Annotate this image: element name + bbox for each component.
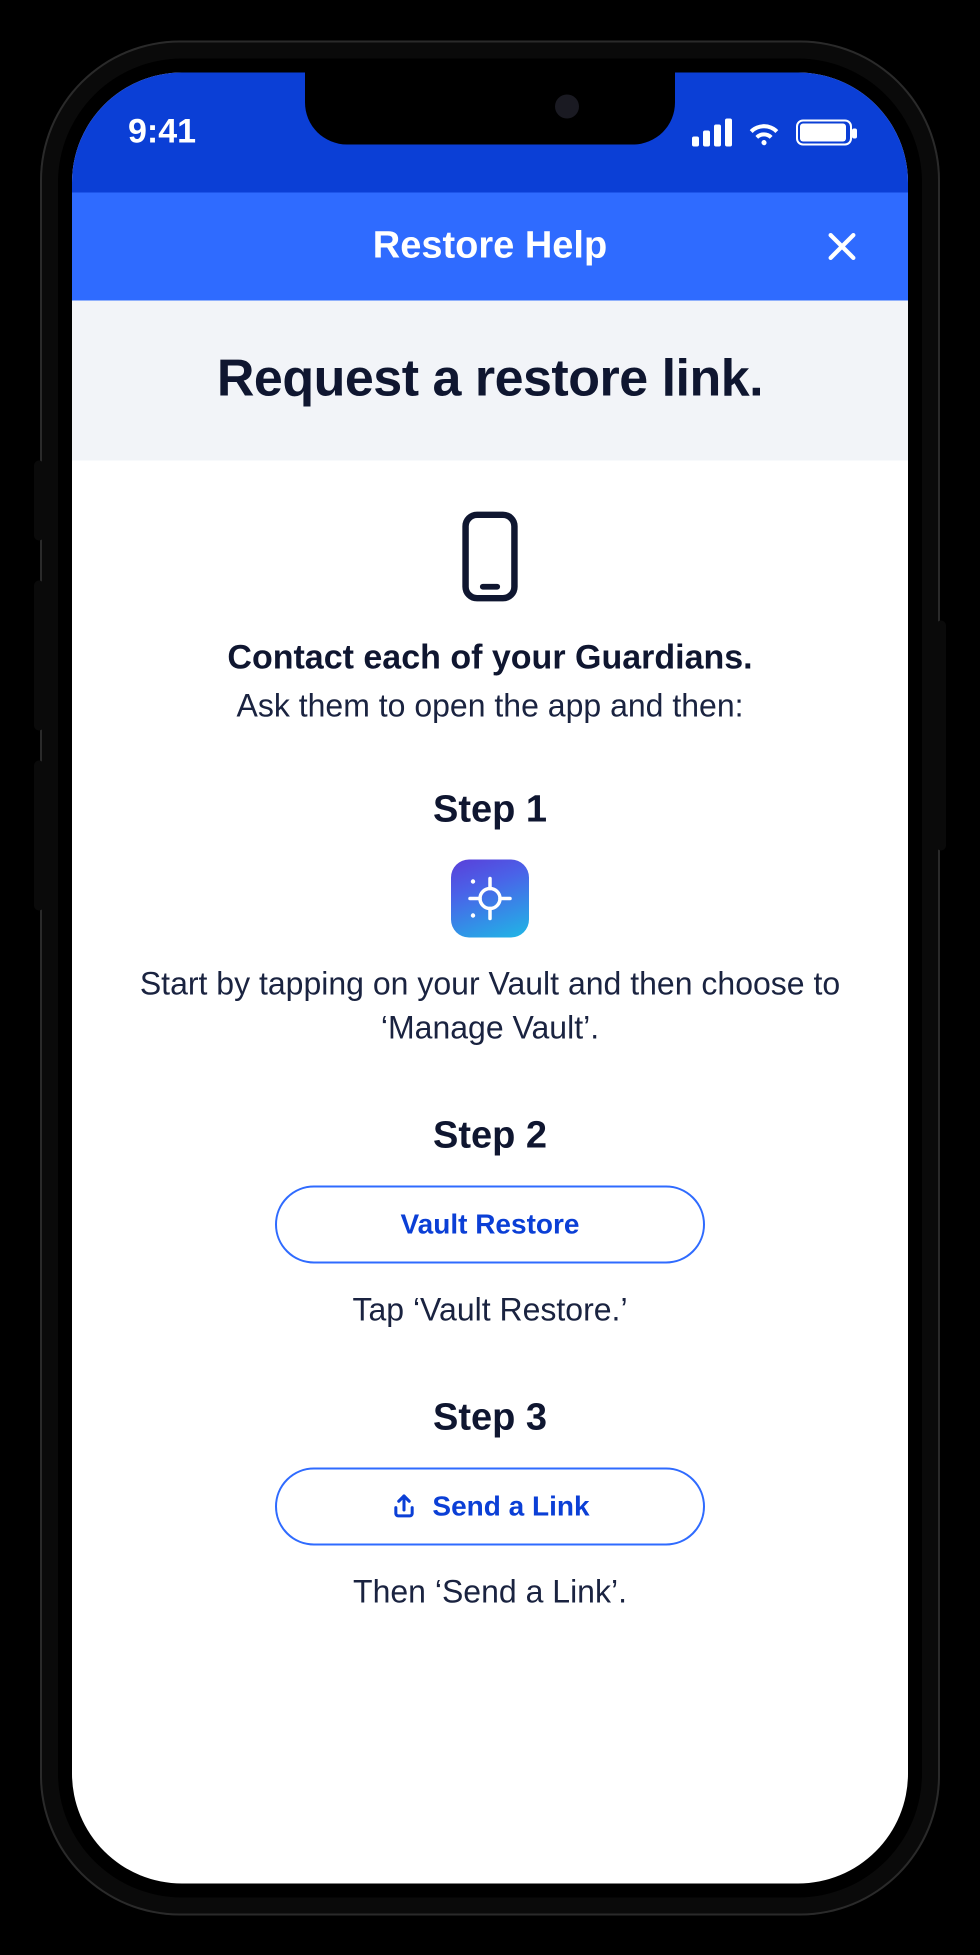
- vault-restore-label: Vault Restore: [401, 1209, 580, 1241]
- device-volume-up: [34, 580, 44, 730]
- battery-icon: [796, 119, 852, 145]
- step-3: Step 3 Send a Link Then ‘Send a Link’.: [108, 1396, 872, 1614]
- cellular-signal-icon: [692, 118, 732, 146]
- content-area: Contact each of your Guardians. Ask them…: [72, 460, 908, 1674]
- page-title: Request a restore link.: [102, 348, 878, 408]
- device-power-button: [936, 620, 946, 850]
- phone-icon: [461, 510, 519, 602]
- phone-illustration: [108, 510, 872, 602]
- page-subheader: Request a restore link.: [72, 300, 908, 460]
- step-3-text: Then ‘Send a Link’.: [108, 1569, 872, 1614]
- step-1-text: Start by tapping on your Vault and then …: [108, 961, 872, 1051]
- status-time: 9:41: [128, 113, 196, 152]
- close-button[interactable]: [820, 224, 864, 268]
- navigation-bar: Restore Help: [72, 192, 908, 300]
- device-notch: [305, 72, 675, 144]
- device-bezel: 9:41 Restore Help: [58, 58, 922, 1897]
- intro-heading: Contact each of your Guardians.: [108, 638, 872, 677]
- vault-app-icon: [451, 859, 529, 937]
- vault-icon: [467, 875, 513, 921]
- wifi-icon: [746, 118, 782, 146]
- vault-restore-button[interactable]: Vault Restore: [275, 1186, 705, 1264]
- intro-subtext: Ask them to open the app and then:: [108, 687, 872, 724]
- step-1-title: Step 1: [108, 788, 872, 831]
- device-volume-down: [34, 760, 44, 910]
- send-link-label: Send a Link: [432, 1490, 589, 1522]
- step-3-title: Step 3: [108, 1396, 872, 1439]
- device-mute-switch: [34, 460, 44, 540]
- screen: 9:41 Restore Help: [72, 72, 908, 1883]
- step-1: Step 1 Start by tapping on your Vault: [108, 788, 872, 1051]
- share-icon: [390, 1492, 418, 1520]
- step-2: Step 2 Vault Restore Tap ‘Vault Restore.…: [108, 1115, 872, 1333]
- status-indicators: [692, 118, 852, 146]
- device-frame: 9:41 Restore Help: [40, 40, 940, 1915]
- step-2-title: Step 2: [108, 1115, 872, 1158]
- send-link-button[interactable]: Send a Link: [275, 1467, 705, 1545]
- close-icon: [825, 229, 859, 263]
- nav-title: Restore Help: [373, 225, 607, 268]
- step-2-text: Tap ‘Vault Restore.’: [108, 1288, 872, 1333]
